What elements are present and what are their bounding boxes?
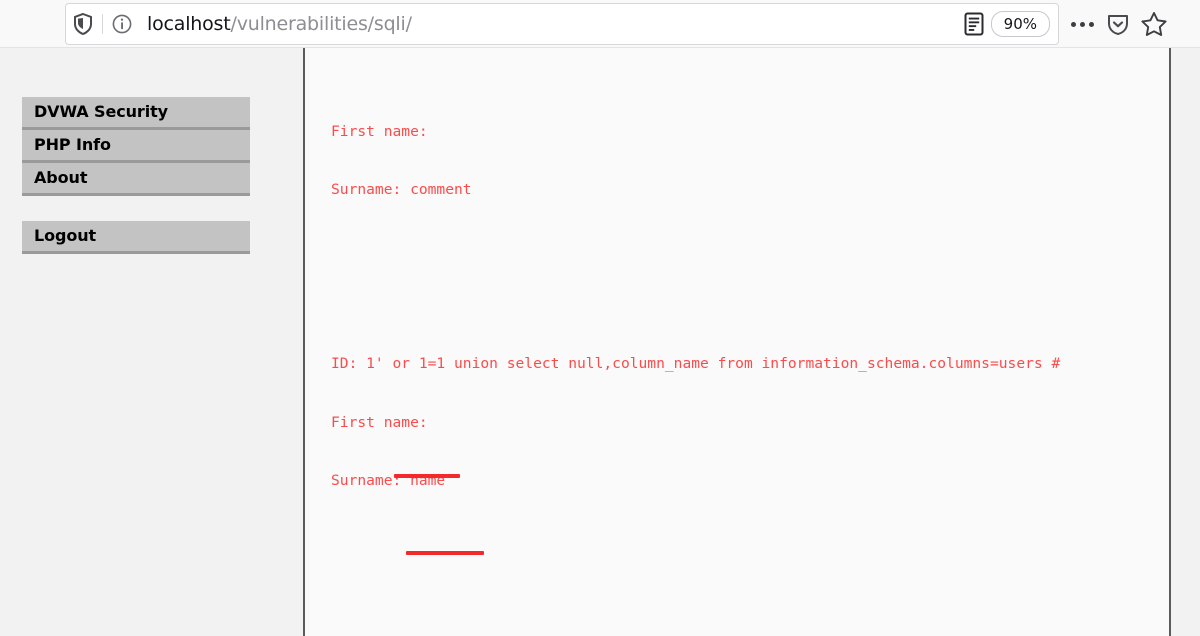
- url-path: /vulnerabilities/sqli/: [230, 13, 412, 35]
- zoom-level-indicator[interactable]: 90%: [990, 11, 1050, 37]
- browser-toolbar: localhost/vulnerabilities/sqli/ 90%: [0, 0, 1200, 48]
- sidebar-group-primary: DVWA Security PHP Info About: [22, 97, 250, 196]
- annotation-underline-user: [394, 474, 460, 478]
- result-block: First name: Surname: comment: [331, 44, 1060, 238]
- info-circle-icon[interactable]: [105, 4, 139, 44]
- toolbar-actions: [1064, 3, 1172, 45]
- sqli-results: First name: Surname: comment ID: 1' or 1…: [331, 0, 1060, 636]
- result-block: ID: 1' or 1=1 union select null,column_n…: [331, 316, 1060, 529]
- sidebar-item-php-info[interactable]: PHP Info: [22, 130, 250, 163]
- annotation-underline-password: [406, 551, 484, 555]
- web-page: First name: Surname: comment ID: 1' or 1…: [0, 0, 1200, 636]
- pocket-shield-icon[interactable]: [1100, 6, 1136, 42]
- url-display[interactable]: localhost/vulnerabilities/sqli/: [139, 13, 957, 35]
- page-content-frame: First name: Surname: comment ID: 1' or 1…: [303, 0, 1171, 636]
- url-host: localhost: [147, 13, 231, 35]
- result-block: ID: 1' or 1=1 union select null,column_n…: [331, 606, 1060, 636]
- toolbar-divider: [102, 14, 103, 34]
- ellipsis-menu-icon[interactable]: [1064, 6, 1100, 42]
- result-first-name-line: First name:: [331, 122, 428, 140]
- sidebar-group-session: Logout: [22, 221, 250, 254]
- star-bookmark-icon[interactable]: [1136, 6, 1172, 42]
- address-bar[interactable]: localhost/vulnerabilities/sqli/ 90%: [65, 3, 1059, 45]
- sidebar-item-logout[interactable]: Logout: [22, 221, 250, 254]
- shield-icon[interactable]: [66, 4, 100, 44]
- sidebar-item-about[interactable]: About: [22, 163, 250, 196]
- sidebar-item-dvwa-security[interactable]: DVWA Security: [22, 97, 250, 130]
- result-id-line: ID: 1' or 1=1 union select null,column_n…: [331, 355, 1061, 373]
- result-first-name-line: First name:: [331, 413, 428, 431]
- browser-window: First name: Surname: comment ID: 1' or 1…: [0, 0, 1200, 636]
- result-surname-line: Surname: comment: [331, 181, 472, 199]
- reader-mode-icon[interactable]: [957, 4, 991, 44]
